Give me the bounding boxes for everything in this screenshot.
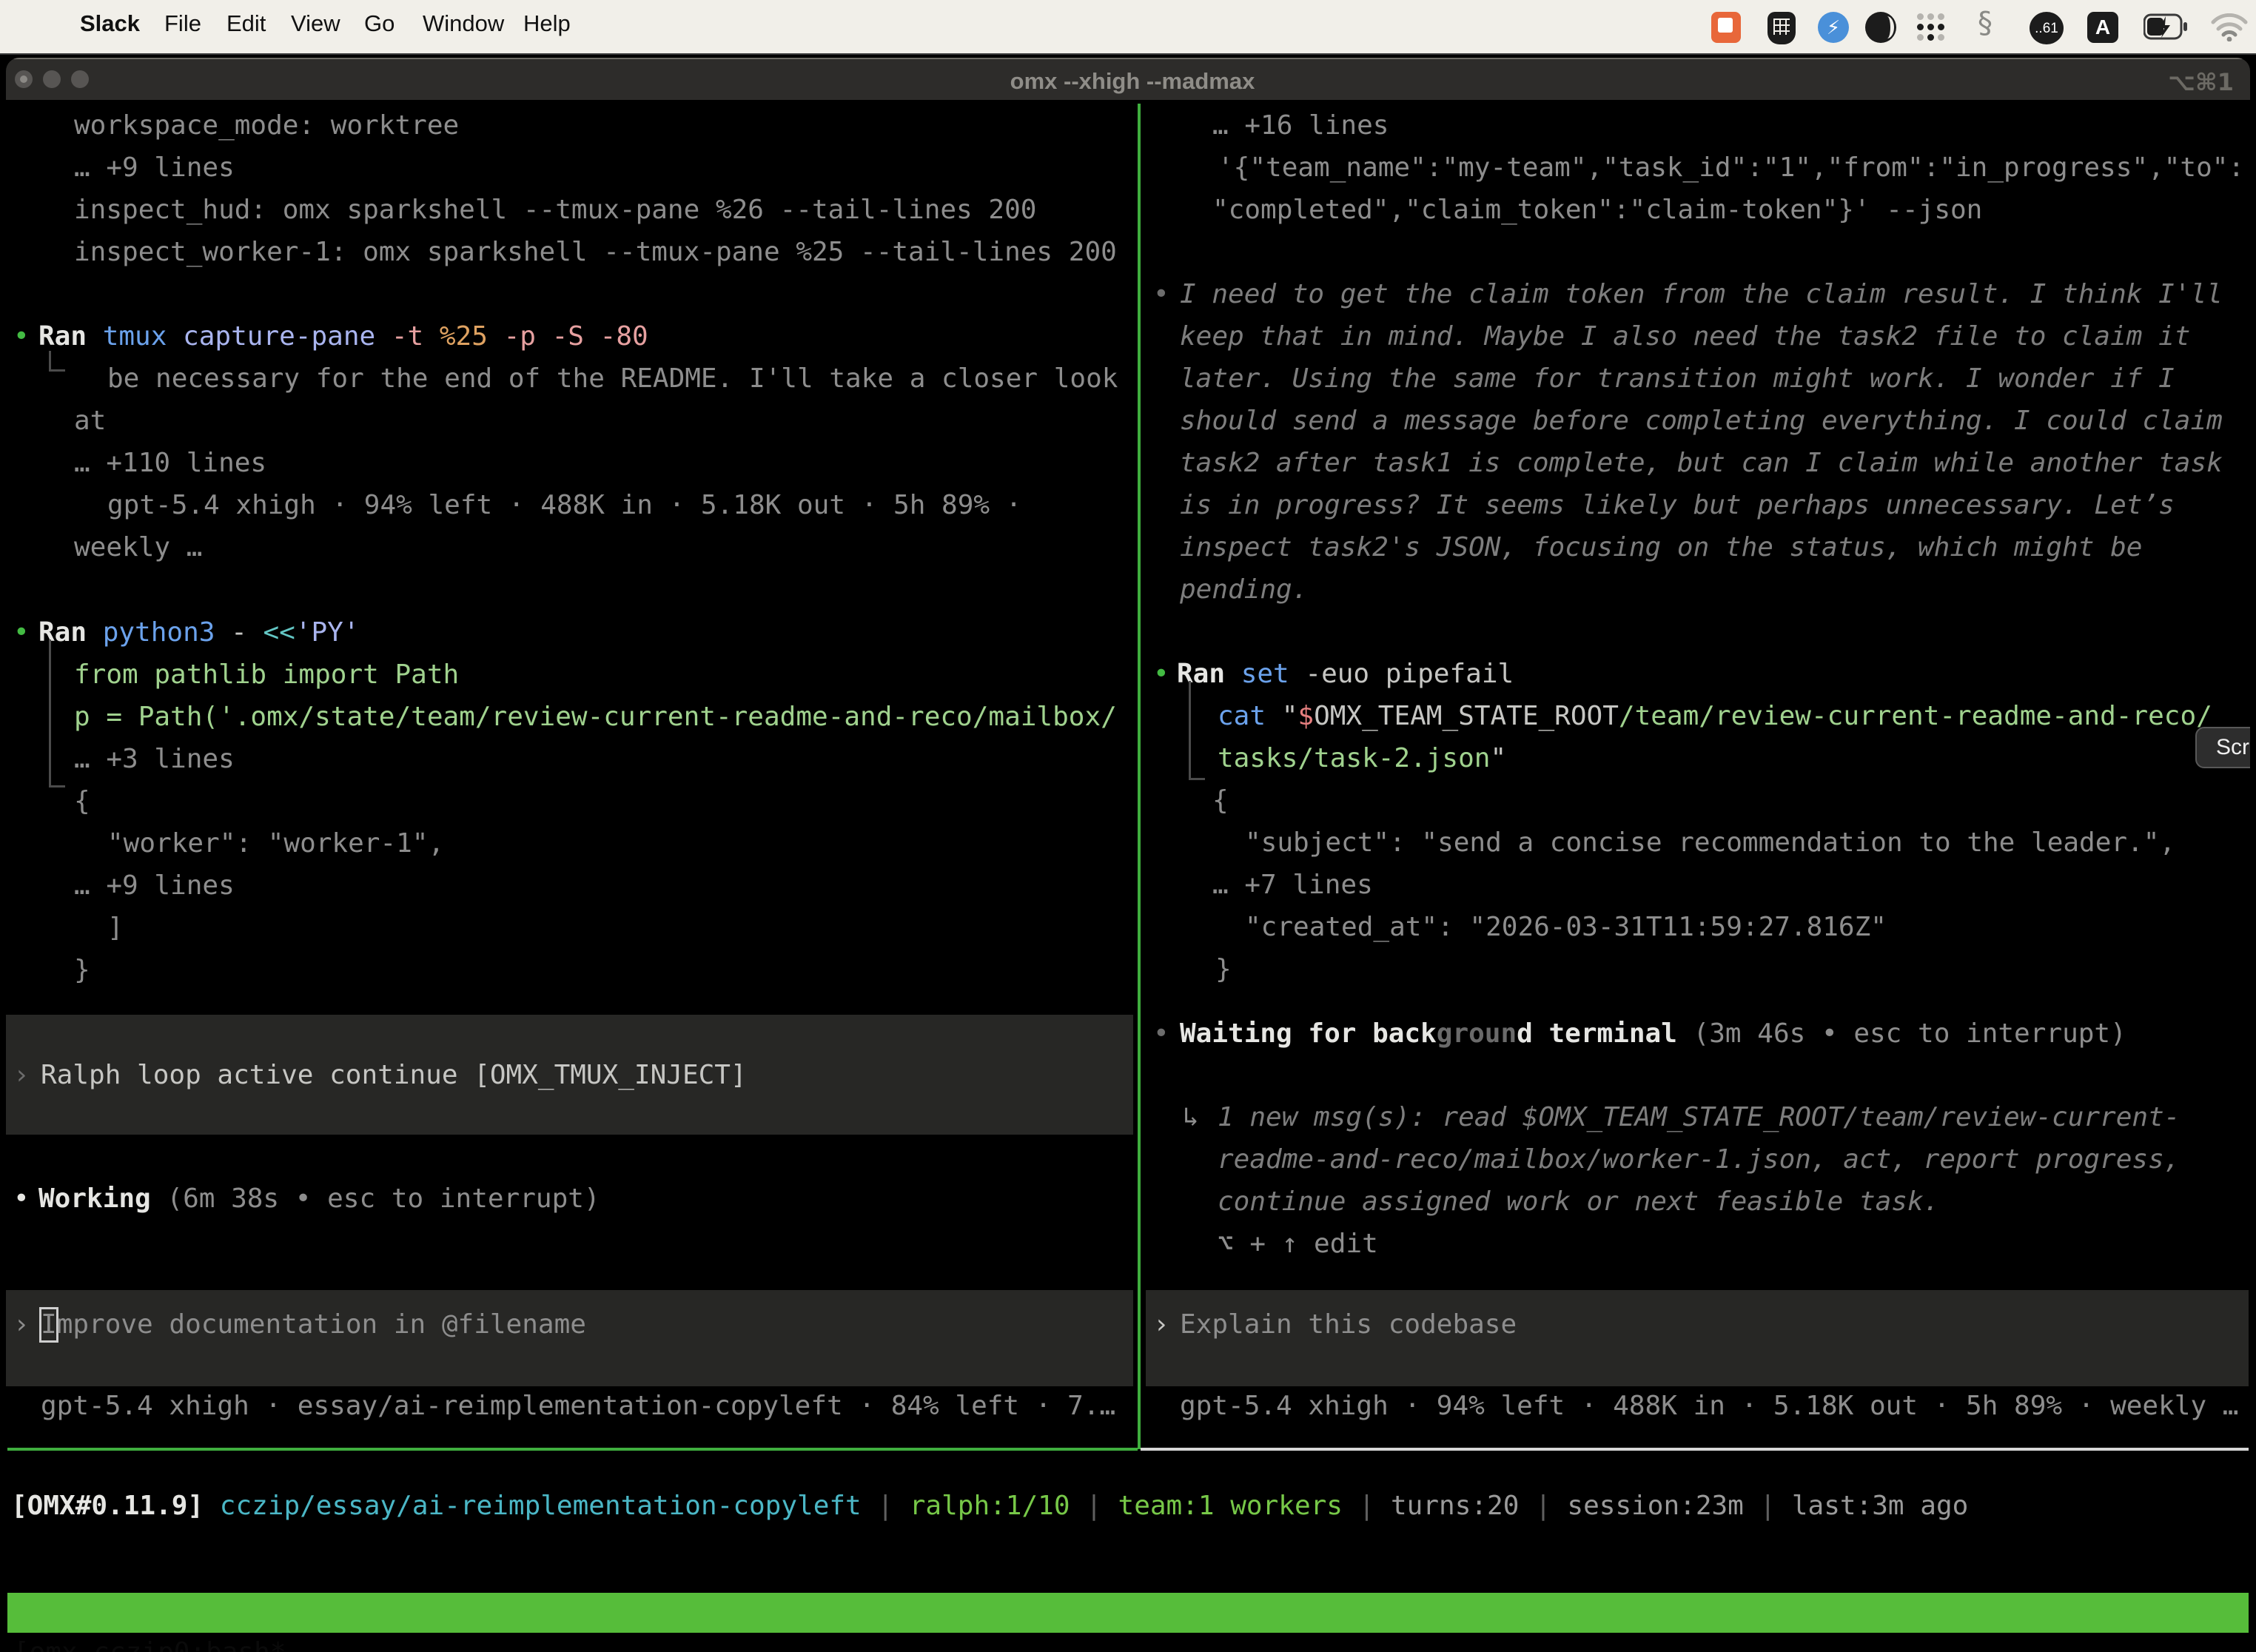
menu-window[interactable]: Window [423,10,504,37]
counter-badge-icon[interactable]: ..61 [2030,12,2064,44]
text-cursor: I [41,1309,57,1341]
thinking-line: later. Using the same for transition mig… [1180,363,2175,395]
desktop: Slack File Edit View Go Window Help ⚡ § … [0,0,2256,1652]
json-output-line: { [1212,785,1229,817]
bullet-icon: • [13,617,30,649]
json-output-line: "created_at": "2026-03-31T11:59:27.816Z" [1245,911,1887,944]
right-input-placeholder[interactable]: Explain this codebase [1180,1309,1517,1341]
thinking-line: is in progress? It seems likely but perh… [1180,489,2175,522]
wifi-icon[interactable] [2210,13,2249,45]
python-code-line: p = Path('.omx/state/team/review-current… [74,701,1117,733]
ran-python-command: Ran python3 - <<'PY' [38,617,360,649]
tmux-output-line: at [74,405,106,437]
output-corner-guide [49,351,65,372]
bullet-icon: • [1153,278,1169,311]
thinking-line: task2 after task1 is complete, but can I… [1180,447,2223,480]
shield-grid-icon[interactable] [1767,12,1796,44]
window-title: omx --xhigh --madmax [859,68,1406,95]
python-output-line: { [74,785,90,818]
right-model-status-line: gpt-5.4 xhigh · 94% left · 488K in · 5.1… [1180,1390,2238,1423]
mailbox-message-line: readme-and-reco/mailbox/worker-1.json, a… [1218,1144,2180,1176]
dark-circle-icon[interactable] [1865,12,1896,43]
thinking-line: inspect task2's JSON, focusing on the st… [1180,531,2142,564]
thinking-line: I need to get the claim token from the c… [1180,278,2223,311]
dots-grid-icon[interactable] [1916,12,1947,43]
inject-prompt-icon: › [13,1059,30,1092]
right-head-line: "completed","claim_token":"claim-token"}… [1212,194,1982,226]
tmux-session-window[interactable]: [omx-cczip0:bash* [13,1633,286,1652]
python-code-line: from pathlib import Path [74,659,459,691]
left-model-status-line: gpt-5.4 xhigh · essay/ai-reimplementatio… [41,1390,1115,1423]
tmux-output-line: gpt-5.4 xhigh · 94% left · 488K in · 5.1… [107,489,1021,522]
menu-app-name[interactable]: Slack [80,10,140,37]
working-status: Working (6m 38s • esc to interrupt) [38,1183,600,1215]
tmux-status-bar: [omx-cczip0:bash* "MacBook-Pro-44.local"… [7,1593,2249,1633]
input-source-icon[interactable]: A [2087,12,2118,43]
thinking-line: pending. [1180,574,1308,606]
input-prompt-icon: › [1153,1309,1169,1341]
tmux-output-line: be necessary for the end of the README. … [107,363,1118,395]
left-head-line: … +9 lines [74,152,235,184]
window-zoom-button[interactable] [71,70,89,88]
inject-message-text: Ralph loop active continue [OMX_TMUX_INJ… [41,1059,747,1092]
tmux-output-line: weekly … [74,531,202,564]
blue-badge-icon[interactable]: ⚡ [1818,12,1849,43]
hook-squiggle-icon[interactable]: § [1978,6,1993,40]
right-pane-bottom-border [1141,1448,2249,1451]
python-output-line: ] [107,912,124,944]
python-output-line: } [74,954,90,987]
json-output-line: "subject": "send a concise recommendatio… [1245,827,2175,859]
python-more-line: … +3 lines [74,743,235,776]
right-head-line: … +16 lines [1212,110,1389,142]
ran-tmux-command: Ran tmux capture-pane -t %25 -p -S -80 [38,320,648,353]
code-block-guide [1189,681,1205,780]
cat-command-line: tasks/task-2.json" [1218,742,1506,775]
waiting-status: Waiting for background terminal (3m 46s … [1180,1018,2126,1050]
left-pane-bottom-border [7,1448,1138,1451]
mailbox-message-line: 1 new msg(s): read $OMX_TEAM_STATE_ROOT/… [1218,1101,2180,1134]
bullet-icon: • [1153,1018,1169,1050]
menu-edit[interactable]: Edit [226,10,266,37]
window-shortcut-badge: ⌥⌘1 [2168,68,2234,96]
pane-divider[interactable] [1138,104,1141,1449]
menu-help[interactable]: Help [523,10,571,37]
chat-app-icon[interactable] [1711,12,1741,43]
window-close-button[interactable] [15,70,33,88]
edit-shortcut-hint: ⌥ + ↑ edit [1218,1228,1378,1260]
menu-view[interactable]: View [291,10,340,37]
left-head-line: workspace_mode: worktree [74,110,459,142]
battery-icon[interactable] [2143,13,2189,45]
reply-arrow-icon: ↳ [1183,1101,1199,1134]
left-head-line: inspect_hud: omx sparkshell --tmux-pane … [74,194,1036,226]
bullet-icon: • [13,320,30,353]
ran-set-command: Ran set -euo pipefail [1177,658,1514,691]
right-head-line: '{"team_name":"my-team","task_id":"1","f… [1218,152,2244,184]
input-prompt-icon: › [13,1309,30,1341]
code-block-guide [49,639,65,788]
window-minimize-button[interactable] [43,70,61,88]
python-output-line: "worker": "worker-1", [107,827,444,860]
menu-go[interactable]: Go [364,10,395,37]
json-output-line: … +7 lines [1212,869,1373,901]
macos-menu-bar: Slack File Edit View Go Window Help ⚡ § … [0,0,2256,55]
left-head-line: inspect_worker-1: omx sparkshell --tmux-… [74,236,1117,269]
bullet-icon: • [1153,658,1169,691]
python-output-line: … +9 lines [74,870,235,902]
left-input-placeholder[interactable]: Improve documentation in @filename [41,1309,586,1341]
omx-hud-status-bar: [OMX#0.11.9] cczip/essay/ai-reimplementa… [11,1490,1968,1522]
tmux-output-line: … +110 lines [74,447,266,480]
thinking-line: should send a message before completing … [1180,405,2223,437]
mailbox-message-line: continue assigned work or next feasible … [1218,1186,1939,1218]
cat-command-line: cat "$OMX_TEAM_STATE_ROOT/team/review-cu… [1218,700,2212,733]
screen-tooltip: Scre [2195,727,2250,768]
thinking-line: keep that in mind. Maybe I also need the… [1180,320,2190,353]
terminal-window: omx --xhigh --madmax ⌥⌘1 workspace_mode:… [6,58,2250,1652]
spinner-icon: • [13,1183,30,1215]
json-output-line: } [1215,953,1232,986]
menu-file[interactable]: File [164,10,201,37]
